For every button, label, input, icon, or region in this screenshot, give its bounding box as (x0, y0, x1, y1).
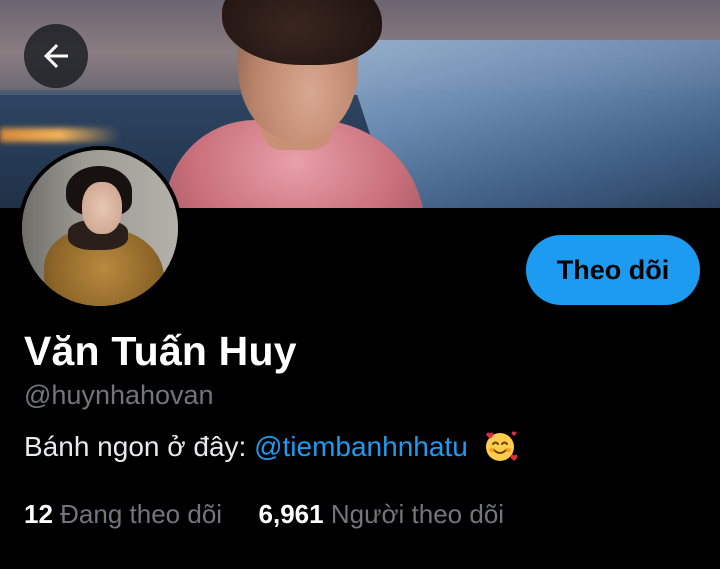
followers-link[interactable]: 6,961 Người theo dõi (259, 499, 505, 529)
bio-text: Bánh ngon ở đây: (24, 431, 255, 462)
profile-stats: 12 Đang theo dõi 6,961 Người theo dõi (24, 499, 504, 530)
display-name: Văn Tuấn Huy (24, 328, 297, 374)
back-button[interactable] (24, 24, 88, 88)
following-label: Đang theo dõi (60, 499, 223, 529)
follow-button[interactable]: Theo dõi (526, 235, 700, 305)
follow-button-label: Theo dõi (556, 254, 670, 285)
followers-label: Người theo dõi (330, 499, 505, 529)
avatar[interactable] (18, 146, 182, 310)
user-handle: @huynhahovan (24, 380, 214, 410)
smiling-face-with-hearts-emoji-icon (485, 431, 518, 461)
followers-count: 6,961 (258, 499, 324, 529)
arrow-left-icon (44, 44, 68, 68)
bio-mention-link[interactable]: @tiembanhnhatu (254, 431, 468, 462)
bio: Bánh ngon ở đây: @tiembanhnhatu (24, 428, 518, 464)
following-count: 12 (24, 499, 53, 529)
following-link[interactable]: 12 Đang theo dõi (24, 499, 229, 529)
